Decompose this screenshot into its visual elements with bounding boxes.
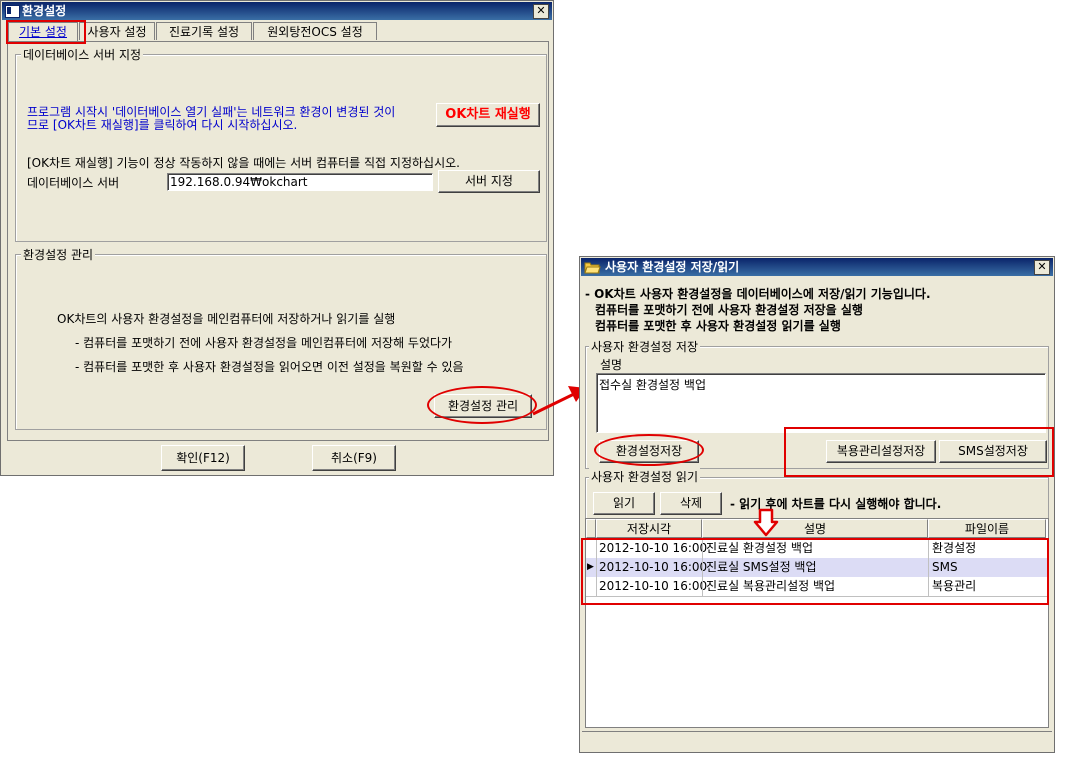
- grid-header-indicator: [586, 519, 596, 538]
- desc-label: 설명: [600, 358, 623, 372]
- db-server-group: [15, 54, 547, 242]
- restart-button[interactable]: OK차트 재실행: [436, 103, 540, 127]
- desc-value: 접수실 환경설정 백업: [599, 378, 706, 392]
- column-header-time[interactable]: 저장시각: [596, 519, 702, 538]
- ok-button-label: 확인(F12): [176, 451, 230, 465]
- folder-icon: [584, 262, 601, 274]
- intro-line2: 컴퓨터를 포맷하기 전에 사용자 환경설정 저장을 실행: [595, 303, 863, 317]
- main-window-title: 환경설정: [22, 4, 67, 18]
- env-group-label: 환경설정 관리: [21, 246, 96, 263]
- tab-record-label: 진료기록 설정: [168, 25, 240, 39]
- delete-button[interactable]: 삭제: [660, 492, 722, 515]
- server-set-button[interactable]: 서버 지정: [438, 170, 540, 193]
- db-group-label: 데이터베이스 서버 지정: [21, 46, 144, 63]
- column-time-label: 저장시각: [626, 522, 672, 536]
- annotation-down-arrow-icon: [753, 508, 779, 537]
- sub-window-title: 사용자 환경설정 저장/읽기: [605, 260, 740, 274]
- tab-record-settings[interactable]: 진료기록 설정: [156, 22, 252, 40]
- column-header-desc[interactable]: 설명: [702, 519, 928, 538]
- restart-button-label: OK차트 재실행: [445, 107, 531, 122]
- env-line1: OK차트의 사용자 환경설정을 메인컴퓨터에 저장하거나 읽기를 실행: [57, 312, 396, 326]
- close-icon[interactable]: ✕: [533, 4, 549, 19]
- annotation-extra-save-box: [784, 427, 1054, 477]
- save-group-label: 사용자 환경설정 저장: [589, 338, 700, 355]
- annotation-save-oval: [594, 434, 704, 466]
- server-set-label: 서버 지정: [465, 174, 513, 188]
- desc-textarea[interactable]: 접수실 환경설정 백업: [596, 373, 1046, 433]
- cancel-button-label: 취소(F9): [331, 451, 377, 465]
- column-file-label: 파일이름: [964, 522, 1010, 536]
- read-button-label: 읽기: [612, 496, 636, 510]
- db-server-label: 데이터베이스 서버: [27, 176, 120, 190]
- user-settings-window: 사용자 환경설정 저장/읽기 ✕ - OK차트 사용자 환경설정을 데이터베이스…: [579, 256, 1055, 753]
- annotation-tab-highlight: [6, 20, 86, 44]
- window-icon: [5, 5, 20, 18]
- tab-ocs-label: 원외탕전OCS 설정: [267, 25, 363, 39]
- main-title-bar: 환경설정 ✕: [2, 2, 552, 20]
- delete-button-label: 삭제: [679, 496, 703, 510]
- tab-user-settings[interactable]: 사용자 설정: [79, 22, 155, 40]
- db-manual-hint: [OK차트 재실행] 기능이 정상 작동하지 않을 때에는 서버 컴퓨터를 직접…: [27, 156, 460, 170]
- column-header-file[interactable]: 파일이름: [928, 519, 1046, 538]
- annotation-env-button-oval: [427, 386, 537, 424]
- env-line3: - 컴퓨터를 포맷한 후 사용자 환경설정을 읽어오면 이전 설정을 복원할 수…: [75, 360, 464, 374]
- db-notice-line2: 므로 [OK차트 재실행]를 클릭하여 다시 시작하십시오.: [27, 118, 298, 132]
- ok-button[interactable]: 확인(F12): [161, 445, 245, 471]
- tab-user-label: 사용자 설정: [87, 25, 147, 39]
- sub-title-bar: 사용자 환경설정 저장/읽기 ✕: [581, 258, 1053, 276]
- cancel-button[interactable]: 취소(F9): [312, 445, 396, 471]
- read-button[interactable]: 읽기: [593, 492, 655, 515]
- env-line2: - 컴퓨터를 포맷하기 전에 사용자 환경설정을 메인컴퓨터에 저장해 두었다가: [75, 336, 453, 350]
- sub-close-icon[interactable]: ✕: [1034, 260, 1050, 275]
- intro-line1: - OK차트 사용자 환경설정을 데이터베이스에 저장/읽기 기능입니다.: [585, 287, 931, 301]
- read-group-label: 사용자 환경설정 읽기: [589, 468, 700, 485]
- db-server-input[interactable]: 192.168.0.94₩okchart: [167, 173, 433, 191]
- column-desc-label: 설명: [803, 522, 827, 536]
- status-bar: [582, 731, 1052, 750]
- annotation-rows-box: [581, 538, 1049, 605]
- intro-line3: 컴퓨터를 포맷한 후 사용자 환경설정 읽기를 실행: [595, 319, 841, 333]
- tab-ocs-settings[interactable]: 원외탕전OCS 설정: [253, 22, 377, 40]
